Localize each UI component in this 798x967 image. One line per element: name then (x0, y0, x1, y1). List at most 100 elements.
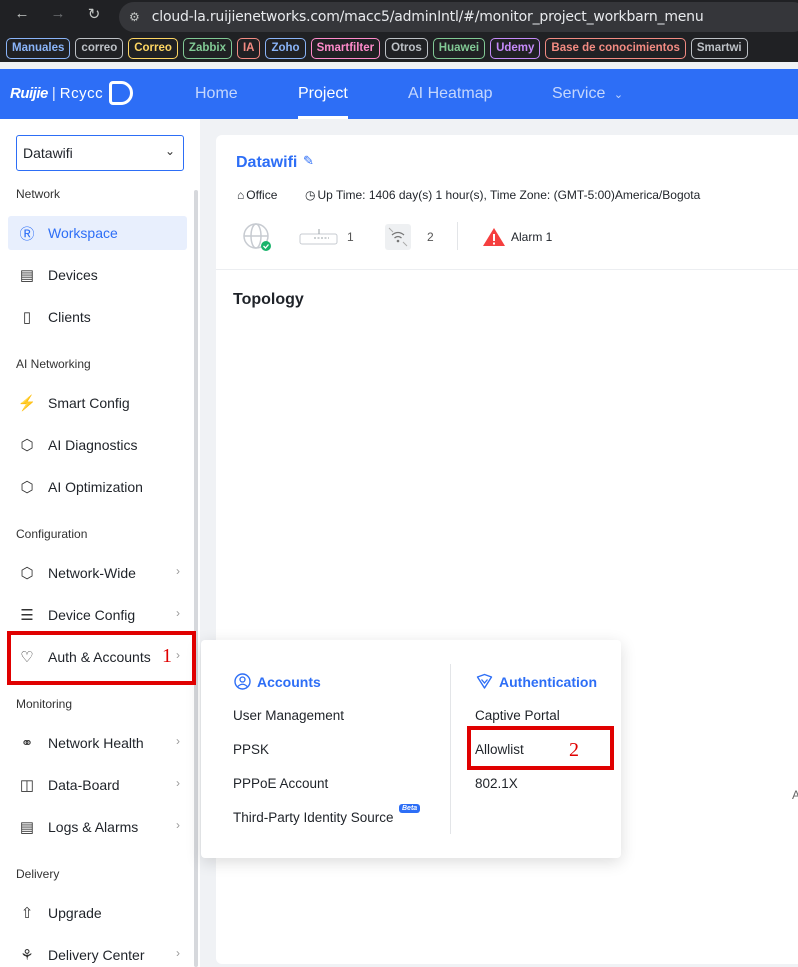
bookmark-item[interactable]: Otros (385, 37, 428, 59)
nav-service-label: Service (552, 85, 606, 102)
project-name: Datawifi (236, 154, 298, 171)
devices-icon: ▤ (19, 267, 35, 284)
logs-icon: ▤ (19, 819, 35, 836)
app-header: Ruijie | Rcycc Home Project AI Heatmap S… (0, 69, 798, 119)
topology-title: Topology (233, 291, 304, 308)
url-text: cloud-la.ruijienetworks.com/macc5/adminI… (151, 9, 704, 25)
user-circle-icon (234, 673, 251, 690)
internet-status[interactable] (242, 222, 272, 252)
sidebar-item-clients[interactable]: ▯ Clients (8, 300, 187, 334)
sidebar-item-network-health[interactable]: ⚭ Network Health › (8, 726, 187, 760)
ai-optimization-icon: ⬡ (20, 479, 34, 496)
building-icon: ⌂ (237, 188, 245, 202)
sidebar-item-logs-alarms[interactable]: ▤ Logs & Alarms › (8, 810, 187, 844)
menu-captive-portal[interactable]: Captive Portal (475, 708, 560, 723)
bookmark-item[interactable]: Correo (128, 37, 178, 59)
chevron-right-icon: › (176, 734, 180, 748)
menu-user-management[interactable]: User Management (233, 708, 344, 723)
bookmark-item[interactable]: Huawei (432, 37, 486, 59)
scene-info: ⌂ Office (237, 188, 277, 202)
sidebar-item-workspace[interactable]: Ⓡ Workspace (8, 216, 187, 250)
logo-brand: Ruijie (10, 84, 48, 102)
nav-home[interactable]: Home (195, 69, 238, 119)
nav-project[interactable]: Project (298, 69, 348, 119)
chevron-right-icon: › (176, 606, 180, 620)
accounts-heading: Accounts (234, 673, 321, 690)
workspace-icon: Ⓡ (19, 225, 35, 243)
bookmark-item[interactable]: Zoho (265, 37, 306, 59)
section-ai-networking: AI Networking (16, 357, 91, 371)
chevron-right-icon: › (176, 564, 180, 578)
nav-service[interactable]: Service ⌄ (552, 69, 623, 119)
sidebar-item-ai-diagnostics[interactable]: ⬡ AI Diagnostics (8, 428, 187, 462)
alarm-stat[interactable]: Alarm 1 (482, 222, 552, 252)
sidebar-item-label: Data-Board (48, 777, 120, 793)
menu-8021x[interactable]: 802.1X (475, 776, 518, 791)
sidebar-item-label: Smart Config (48, 395, 130, 411)
ai-diagnostics-icon: ⬡ (20, 437, 34, 454)
scene-label: Office (246, 188, 278, 202)
sidebar-item-delivery-center[interactable]: ⚘ Delivery Center › (8, 938, 187, 967)
sidebar-scrollbar[interactable] (194, 190, 198, 967)
annotation-box-2 (467, 726, 614, 770)
bookmark-item[interactable]: Udemy (490, 37, 541, 59)
sidebar-item-upgrade[interactable]: ⇧ Upgrade (8, 896, 187, 930)
sidebar-item-label: Clients (48, 309, 91, 325)
annotation-number-1: 1 (162, 645, 172, 667)
globe-icon (243, 223, 271, 251)
sidebar-item-smart-config[interactable]: ⚡ Smart Config (8, 386, 187, 420)
bookmark-item[interactable]: Manuales (6, 37, 71, 59)
project-select-value: Datawifi (23, 145, 73, 161)
section-monitoring: Monitoring (16, 697, 73, 711)
ruijie-reyee-logo[interactable]: Ruijie | Rcycc (10, 81, 134, 105)
upgrade-icon: ⇧ (20, 905, 34, 922)
project-select[interactable]: Datawifi ⌄ (16, 135, 184, 171)
menu-third-party-identity-source[interactable]: Third-Party Identity Source (233, 810, 394, 825)
sidebar-item-label: Devices (48, 267, 98, 283)
network-health-icon: ⚭ (20, 735, 34, 752)
sidebar-item-label: Delivery Center (48, 947, 145, 963)
ap-stat[interactable]: 2 (384, 222, 434, 252)
back-icon[interactable]: ← (9, 5, 35, 22)
sidebar-item-devices[interactable]: ▤ Devices (8, 258, 187, 292)
menu-pppoe-account[interactable]: PPPoE Account (233, 776, 328, 791)
chevron-down-icon: ⌄ (164, 144, 175, 158)
section-delivery: Delivery (16, 867, 60, 881)
chevron-right-icon: › (176, 946, 180, 960)
edit-icon[interactable]: ✎ (303, 153, 314, 169)
smart-config-icon: ⚡ (17, 395, 37, 412)
bookmarks-bar: Manuales correo Correo Zabbix IA Zoho Smartfil… (0, 34, 798, 62)
section-network: Network (16, 187, 61, 201)
forward-icon[interactable]: → (45, 5, 71, 22)
reload-icon[interactable]: ↻ (81, 5, 107, 23)
truncated-text: A (792, 788, 798, 802)
address-bar[interactable]: ⚙ cloud-la.ruijienetworks.com/macc5/admi… (119, 2, 798, 32)
device-config-icon: ☰ (20, 607, 34, 624)
clients-icon: ▯ (22, 309, 32, 326)
alarm-label: Alarm 1 (511, 230, 553, 244)
sidebar-item-data-board[interactable]: ◫ Data-Board › (8, 768, 187, 802)
logo-product: Rcycc (59, 84, 104, 102)
menu-ppsk[interactable]: PPSK (233, 742, 269, 757)
bookmark-item[interactable]: Smartwi (690, 37, 748, 59)
bookmark-item[interactable]: IA (236, 37, 261, 59)
authentication-title: Authentication (499, 673, 597, 690)
sidebar-item-label: Network-Wide (48, 565, 136, 581)
uptime-text: Up Time: 1406 day(s) 1 hour(s), Time Zon… (317, 188, 701, 202)
sidebar-item-device-config[interactable]: ☰ Device Config › (8, 598, 187, 632)
sidebar-item-ai-optimization[interactable]: ⬡ AI Optimization (8, 470, 187, 504)
sidebar-item-label: Upgrade (48, 905, 102, 921)
clock-icon: ◷ (305, 188, 316, 202)
bookmark-item[interactable]: correo (75, 37, 124, 59)
gateway-device-icon (299, 229, 338, 245)
authentication-heading: Authentication (476, 673, 597, 690)
bookmark-item[interactable]: Zabbix (182, 37, 232, 59)
sidebar-item-network-wide[interactable]: ⬡ Network-Wide › (8, 556, 187, 590)
site-settings-icon[interactable]: ⚙ (129, 10, 140, 24)
bookmark-item[interactable]: Base de conocimientos (545, 37, 686, 59)
chevron-right-icon: › (176, 818, 180, 832)
nav-ai-heatmap[interactable]: AI Heatmap (408, 69, 492, 119)
ap-count: 2 (427, 230, 434, 244)
bookmark-item[interactable]: Smartfilter (310, 37, 381, 59)
gateway-stat[interactable]: 1 (299, 222, 354, 252)
